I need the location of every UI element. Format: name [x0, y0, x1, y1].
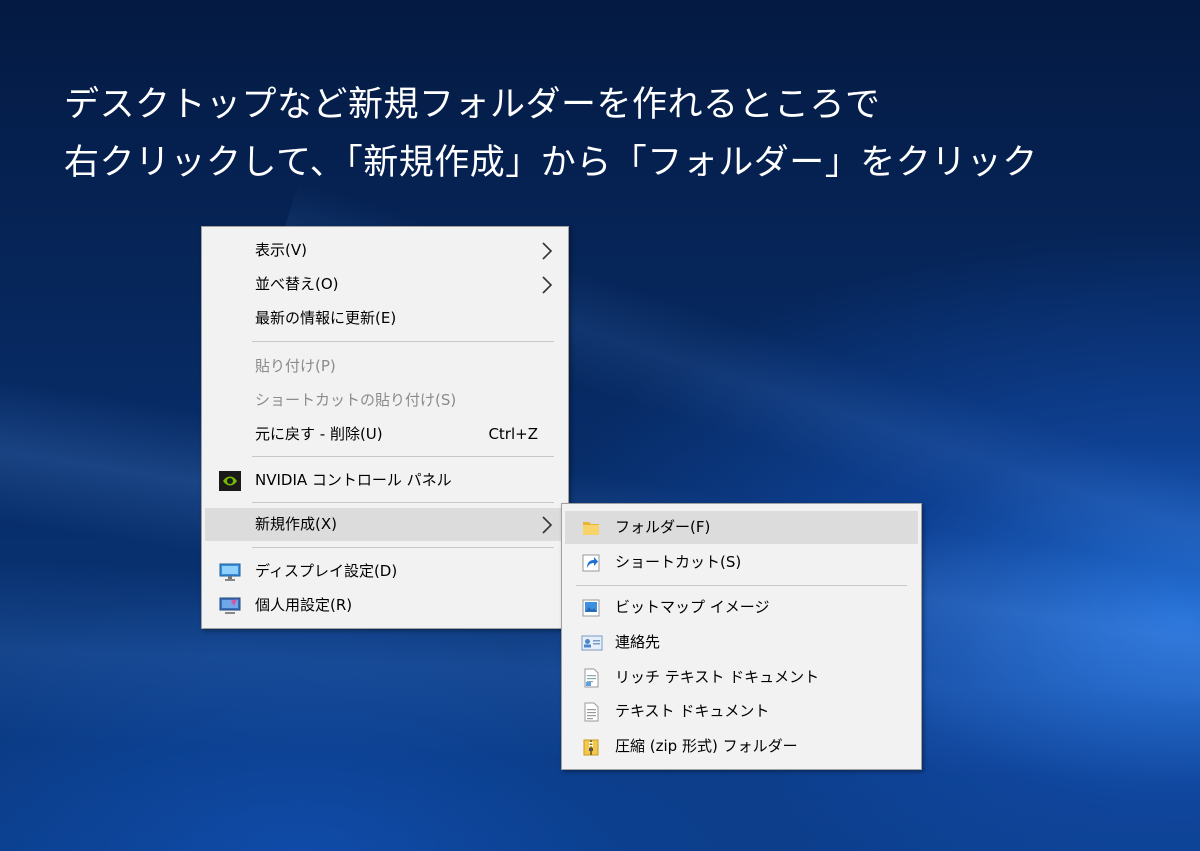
instruction-caption-line2: 右クリックして、「新規作成」から「フォルダー」をクリック [64, 143, 1038, 183]
menu-item-label: ビットマップ イメージ [615, 598, 770, 616]
bitmap-icon [581, 598, 601, 618]
menu-item-label: フォルダー(F) [615, 518, 711, 536]
text-document-icon [581, 702, 601, 722]
desktop-context-menu: 表示(V) 並べ替え(O) 最新の情報に更新(E) 貼り付け(P) ショートカッ… [201, 226, 569, 629]
display-icon [219, 562, 241, 582]
menu-separator [252, 456, 554, 457]
zip-folder-icon [581, 737, 601, 757]
menu-item-label: 個人用設定(R) [255, 596, 353, 614]
menu-item-paste[interactable]: 貼り付け(P) [205, 350, 565, 383]
rich-text-icon [581, 668, 601, 688]
menu-item-label: 貼り付け(P) [255, 357, 336, 375]
chevron-right-icon [541, 268, 553, 294]
menu-item-label: リッチ テキスト ドキュメント [615, 668, 820, 686]
menu-separator [252, 547, 554, 548]
menu-item-label: 連絡先 [615, 633, 661, 651]
instruction-caption-line1: デスクトップなど新規フォルダーを作れるところで [64, 85, 881, 125]
menu-item-label: ショートカット(S) [615, 553, 742, 571]
folder-icon [581, 518, 601, 538]
menu-item-label: 並べ替え(O) [255, 275, 339, 293]
menu-separator [576, 585, 907, 586]
menu-item-label: 元に戻す - 削除(U) [255, 425, 383, 443]
menu-item-label: ショートカットの貼り付け(S) [255, 391, 457, 409]
submenu-item-shortcut[interactable]: ショートカット(S) [565, 546, 918, 579]
chevron-right-icon [541, 234, 553, 260]
menu-item-paste-shortcut[interactable]: ショートカットの貼り付け(S) [205, 384, 565, 417]
submenu-item-text-document[interactable]: テキスト ドキュメント [565, 695, 918, 728]
menu-item-new[interactable]: 新規作成(X) [205, 508, 565, 541]
menu-item-display-settings[interactable]: ディスプレイ設定(D) [205, 555, 565, 588]
menu-item-personalize[interactable]: 個人用設定(R) [205, 589, 565, 622]
shortcut-icon [581, 553, 601, 573]
contact-icon [581, 633, 603, 653]
submenu-item-contact[interactable]: 連絡先 [565, 626, 918, 659]
submenu-item-zip-folder[interactable]: 圧縮 (zip 形式) フォルダー [565, 730, 918, 763]
menu-item-nvidia-control-panel[interactable]: NVIDIA コントロール パネル [205, 464, 565, 497]
submenu-item-folder[interactable]: フォルダー(F) [565, 511, 918, 544]
menu-item-undo-delete[interactable]: 元に戻す - 削除(U) Ctrl+Z [205, 418, 565, 451]
menu-item-label: テキスト ドキュメント [615, 702, 770, 720]
menu-item-label: 最新の情報に更新(E) [255, 309, 397, 327]
personalize-icon [219, 596, 241, 616]
chevron-right-icon [541, 508, 553, 534]
menu-item-refresh[interactable]: 最新の情報に更新(E) [205, 302, 565, 335]
menu-item-view[interactable]: 表示(V) [205, 234, 565, 267]
menu-item-label: ディスプレイ設定(D) [255, 562, 398, 580]
keyboard-shortcut: Ctrl+Z [488, 425, 538, 443]
menu-item-label: 表示(V) [255, 241, 307, 259]
submenu-item-rich-text[interactable]: リッチ テキスト ドキュメント [565, 661, 918, 694]
menu-item-sort[interactable]: 並べ替え(O) [205, 268, 565, 301]
submenu-item-bitmap[interactable]: ビットマップ イメージ [565, 591, 918, 624]
menu-item-label: 圧縮 (zip 形式) フォルダー [615, 737, 798, 755]
menu-separator [252, 502, 554, 503]
nvidia-icon [219, 471, 241, 491]
menu-item-label: 新規作成(X) [255, 515, 337, 533]
menu-item-label: NVIDIA コントロール パネル [255, 471, 452, 489]
new-submenu: フォルダー(F) ショートカット(S) ビットマップ イメージ 連絡先 リッチ … [561, 503, 922, 770]
menu-separator [252, 341, 554, 342]
